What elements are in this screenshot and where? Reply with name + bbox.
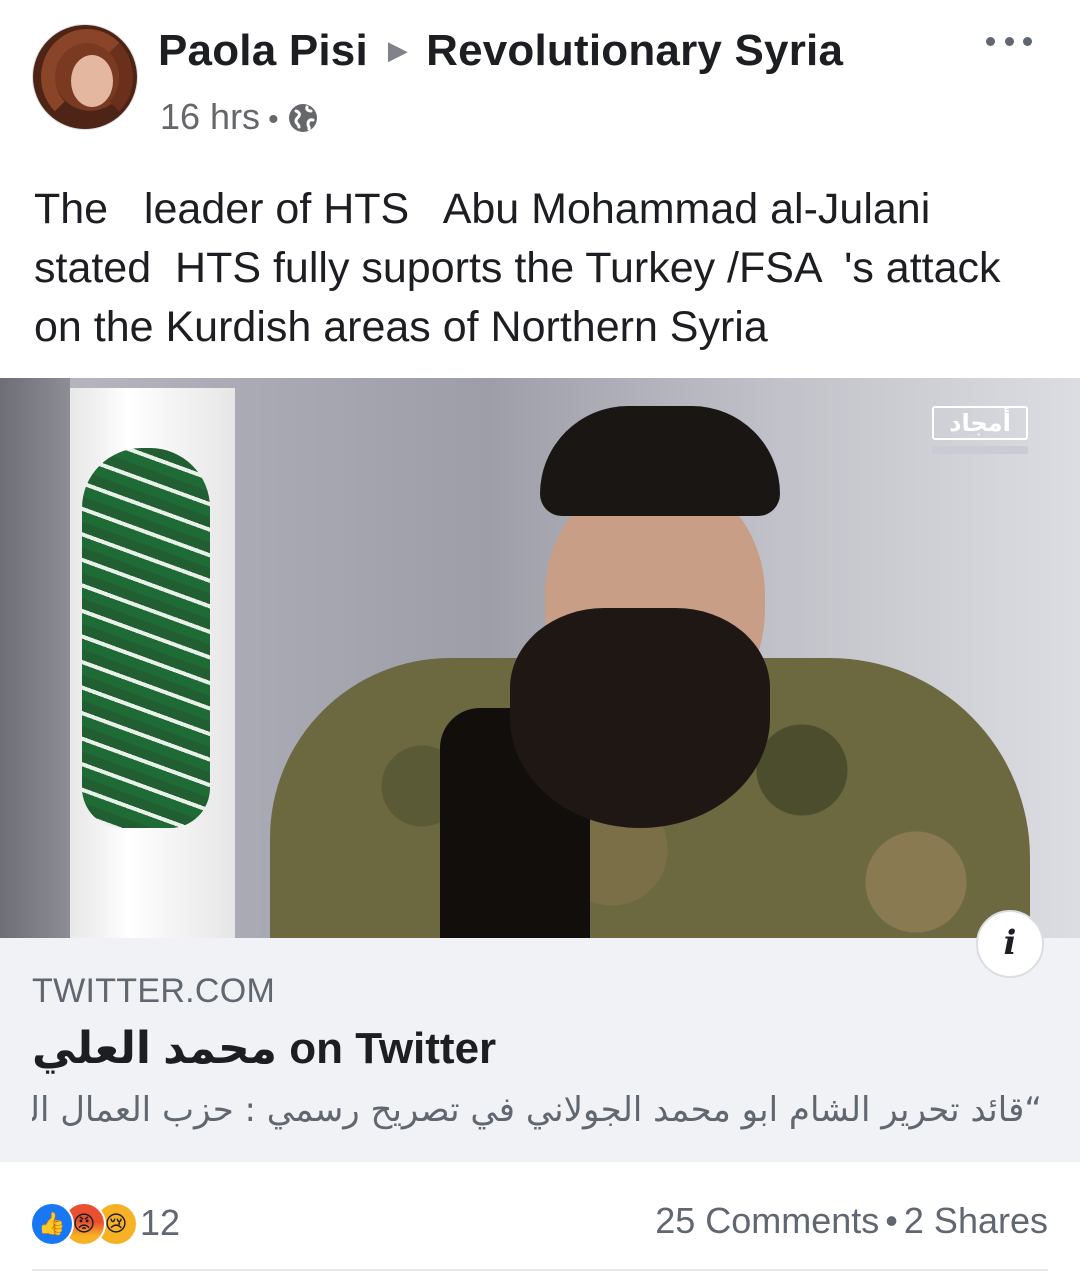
facebook-post: Paola Pisi ▶ Revolutionary Syria 16 hrs • T… — [0, 0, 1080, 1285]
author-avatar[interactable] — [32, 24, 138, 130]
post-title-line: Paola Pisi ▶ Revolutionary Syria — [158, 26, 843, 76]
reaction-count[interactable]: 12 — [140, 1202, 180, 1244]
group-name[interactable]: Revolutionary Syria — [426, 26, 843, 75]
person-beard — [510, 608, 770, 828]
post-text: The leader of HTS Abu Mohammad al-Julani… — [34, 185, 1013, 351]
engagement-counts: 25 Comments • 2 Shares — [655, 1200, 1048, 1242]
counts-separator: • — [885, 1200, 898, 1241]
like-icon: 👍 — [30, 1202, 74, 1246]
link-title: محمد العلي on Twitter — [32, 1024, 497, 1073]
post-timestamp[interactable]: 16 hrs — [160, 96, 260, 137]
post-meta: 16 hrs • — [160, 96, 319, 143]
channel-logo: أمجاد — [932, 406, 1028, 466]
meta-separator: • — [268, 103, 279, 136]
footer-divider — [32, 1269, 1048, 1271]
link-preview-box[interactable]: TWITTER.COM محمد العلي on Twitter “قائد … — [0, 938, 1080, 1162]
globe-icon — [287, 101, 319, 143]
person-cap — [540, 406, 780, 516]
triangle-right-icon: ▶ — [387, 35, 409, 65]
link-domain: TWITTER.COM — [32, 972, 276, 1010]
more-options-icon[interactable] — [986, 30, 1032, 52]
author-name[interactable]: Paola Pisi — [158, 26, 368, 75]
post-footer: 👍 😡 😢 12 25 Comments • 2 Shares — [0, 1162, 1080, 1285]
shares-count[interactable]: 2 Shares — [904, 1200, 1048, 1241]
link-preview-image[interactable]: أمجاد — [0, 378, 1080, 938]
comments-count[interactable]: 25 Comments — [655, 1200, 879, 1241]
background-wall — [0, 378, 70, 938]
info-icon[interactable]: i — [976, 910, 1044, 978]
post-header: Paola Pisi ▶ Revolutionary Syria 16 hrs • — [0, 0, 1080, 150]
channel-logo-text: أمجاد — [932, 406, 1028, 440]
flag-image — [70, 388, 235, 938]
link-description: “قائد تحرير الشام ابو محمد الجولاني في ت… — [32, 1090, 1042, 1130]
